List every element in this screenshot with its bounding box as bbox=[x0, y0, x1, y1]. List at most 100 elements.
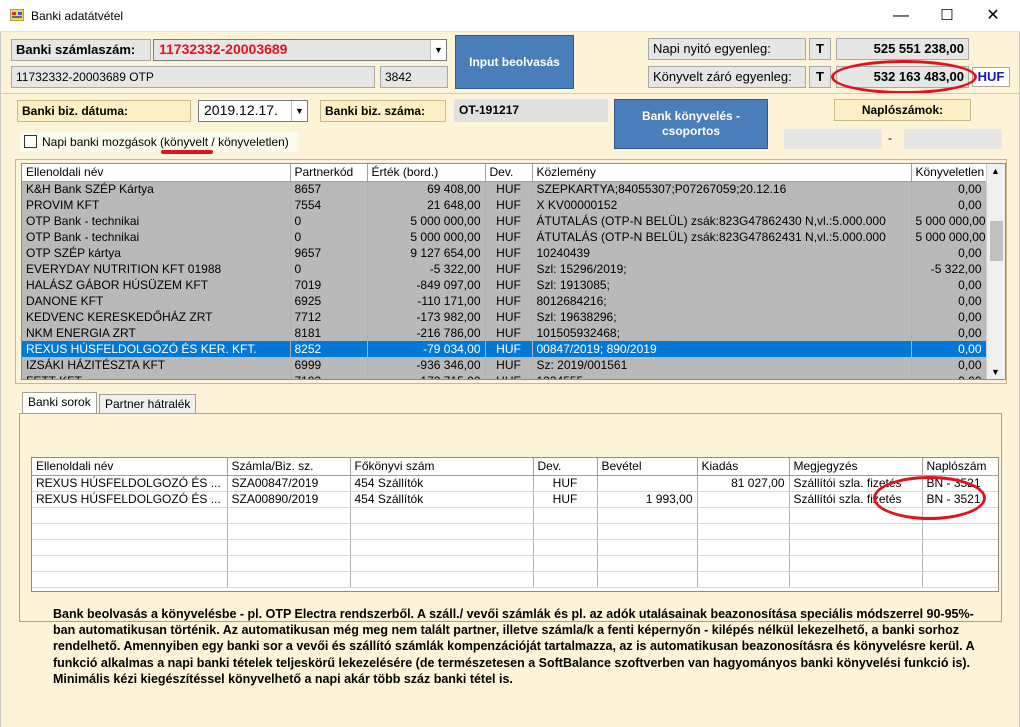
table-cell: 0 bbox=[290, 229, 368, 245]
empty-row bbox=[32, 555, 998, 572]
column-header[interactable]: Kiadás bbox=[697, 458, 790, 476]
closing-balance-type: T bbox=[809, 66, 831, 88]
chevron-down-icon[interactable]: ▼ bbox=[430, 40, 446, 60]
table-row[interactable]: OTP Bank - technikai 0 5 000 000,00 HUF ÁTUT… bbox=[22, 229, 987, 245]
table-row[interactable]: HALÁSZ GÁBOR HÚSÜZEM KFT 7019 -849 097,00 H… bbox=[22, 277, 987, 293]
chevron-down-icon[interactable]: ▼ bbox=[291, 101, 307, 121]
table-row[interactable]: REXUS HÚSFELDOLGOZÓ ÉS ... SZA00847/2019 4… bbox=[32, 475, 998, 492]
column-header[interactable]: Főkönyvi szám bbox=[350, 458, 534, 476]
table-cell: HUF bbox=[533, 491, 598, 508]
bank-rows-grid[interactable]: Ellenoldali név Számla/Biz. sz. Főkönyvi s… bbox=[31, 457, 999, 592]
opening-balance-label: Napi nyitó egyenleg: bbox=[648, 38, 806, 60]
table-row[interactable]: KEDVENC KERESKEDŐHÁZ ZRT 7712 -173 982,00 H… bbox=[22, 309, 987, 325]
maximize-button[interactable]: ☐ bbox=[924, 0, 970, 32]
docno-label: Banki biz. száma: bbox=[320, 100, 446, 122]
table-cell: OTP SZÉP kártya bbox=[22, 245, 291, 261]
table-cell: HUF bbox=[485, 357, 533, 373]
table-cell: Szl: 1913085; bbox=[532, 277, 912, 293]
table-cell: -79 034,00 bbox=[367, 341, 486, 357]
table-cell: HALÁSZ GÁBOR HÚSÜZEM KFT bbox=[22, 277, 291, 293]
scroll-down-icon[interactable]: ▼ bbox=[991, 367, 1000, 377]
journal-dash: - bbox=[888, 131, 892, 145]
minimize-button[interactable]: — bbox=[878, 0, 924, 32]
table-cell: 0,00 bbox=[911, 197, 987, 213]
table-row[interactable]: OTP Bank - technikai 0 5 000 000,00 HUF ÁTUT… bbox=[22, 213, 987, 229]
table-cell bbox=[227, 539, 351, 556]
table-cell bbox=[350, 523, 534, 540]
date-picker[interactable]: 2019.12.17. ▼ bbox=[198, 100, 308, 122]
tab-bank-rows[interactable]: Banki sorok bbox=[22, 392, 97, 414]
table-row[interactable]: REXUS HÚSFELDOLGOZÓ ÉS KER. KFT. 8252 -79 … bbox=[22, 341, 987, 357]
input-read-button[interactable]: Input beolvasás bbox=[455, 35, 574, 89]
table-row[interactable]: OTP SZÉP kártya 9657 9 127 654,00 HUF 102404… bbox=[22, 245, 987, 261]
table-cell: REXUS HÚSFELDOLGOZÓ ÉS KER. KFT. bbox=[22, 341, 291, 357]
table-row[interactable]: NKM ENERGIA ZRT 8181 -216 786,00 HUF 1015059… bbox=[22, 325, 987, 341]
journal-from-field[interactable] bbox=[784, 129, 882, 149]
table-cell bbox=[922, 571, 998, 588]
close-button[interactable]: ✕ bbox=[970, 0, 1016, 32]
column-header[interactable]: Bevétel bbox=[597, 458, 698, 476]
bank-items-grid[interactable]: Ellenoldali név Partnerkód Érték (bord.) De… bbox=[21, 163, 1006, 380]
column-header[interactable]: Dev. bbox=[533, 458, 598, 476]
table-row[interactable]: DANONE KFT 6925 -110 171,00 HUF 8012684216; 0… bbox=[22, 293, 987, 309]
table-cell: 9657 bbox=[290, 245, 368, 261]
currency-badge: HUF bbox=[972, 67, 1010, 87]
table-cell: HUF bbox=[485, 261, 533, 277]
table-row[interactable]: K&H Bank SZÉP Kártya 8657 69 408,00 HUF SZEP… bbox=[22, 181, 987, 197]
title-bar: Banki adatátvétel — ☐ ✕ bbox=[0, 0, 1020, 32]
grid1-scrollbar[interactable]: ▲ ▼ bbox=[986, 164, 1005, 379]
table-cell: 0,00 bbox=[911, 277, 987, 293]
table-cell bbox=[697, 571, 790, 588]
column-header[interactable]: Közlemény bbox=[532, 164, 912, 182]
table-cell: SZEPKARTYA;84055307;P07267059;20.12.16 bbox=[532, 181, 912, 197]
column-header[interactable]: Naplószám bbox=[922, 458, 998, 476]
window-title: Banki adatátvétel bbox=[31, 9, 124, 23]
table-cell: KEDVENC KERESKEDŐHÁZ ZRT bbox=[22, 309, 291, 325]
daily-movements-checkbox[interactable] bbox=[24, 135, 37, 148]
closing-balance-label: Könyvelt záró egyenleg: bbox=[648, 66, 806, 88]
table-cell bbox=[227, 571, 351, 588]
scroll-thumb[interactable] bbox=[990, 221, 1003, 261]
table-cell bbox=[227, 555, 351, 572]
column-header[interactable]: Érték (bord.) bbox=[367, 164, 486, 182]
bank-booking-button-line2: csoportos bbox=[661, 124, 720, 138]
table-cell: Sz: 2019/001561 bbox=[532, 357, 912, 373]
table-cell bbox=[597, 555, 698, 572]
column-header[interactable]: Ellenoldali név bbox=[32, 458, 228, 476]
maximize-icon: ☐ bbox=[940, 7, 954, 24]
table-cell: SZA00890/2019 bbox=[227, 491, 351, 508]
journal-to-field[interactable] bbox=[904, 129, 1002, 149]
table-cell: 0,00 bbox=[911, 325, 987, 341]
table-row[interactable]: IZSÁKI HÁZITÉSZTA KFT 6999 -936 346,00 HUF S… bbox=[22, 357, 987, 373]
table-cell bbox=[32, 507, 228, 524]
column-header[interactable]: Ellenoldali név bbox=[22, 164, 291, 182]
table-cell: 5 000 000,00 bbox=[911, 213, 987, 229]
column-header[interactable]: Számla/Biz. sz. bbox=[227, 458, 351, 476]
table-cell: 9 127 654,00 bbox=[367, 245, 486, 261]
bank-booking-button-line1: Bank könyvelés - bbox=[641, 109, 741, 123]
scroll-up-icon[interactable]: ▲ bbox=[991, 166, 1000, 176]
table-cell: K&H Bank SZÉP Kártya bbox=[22, 181, 291, 197]
table-cell: HUF bbox=[485, 245, 533, 261]
column-header[interactable]: Megjegyzés bbox=[789, 458, 923, 476]
table-cell: HUF bbox=[485, 341, 533, 357]
table-row[interactable]: EVERYDAY NUTRITION KFT 01988 0 -5 322,00 HU… bbox=[22, 261, 987, 277]
column-header[interactable]: Dev. bbox=[485, 164, 533, 182]
table-cell: PROVIM KFT bbox=[22, 197, 291, 213]
table-row[interactable]: REXUS HÚSFELDOLGOZÓ ÉS ... SZA00890/2019 4… bbox=[32, 491, 998, 508]
column-header[interactable]: Könyveletlen bbox=[911, 164, 987, 182]
docno-value: OT-191217 bbox=[454, 99, 608, 122]
minimize-icon: — bbox=[893, 7, 909, 24]
table-cell: HUF bbox=[485, 293, 533, 309]
table-cell bbox=[32, 539, 228, 556]
table-cell bbox=[922, 539, 998, 556]
table-cell: 5 000 000,00 bbox=[367, 213, 486, 229]
column-header[interactable]: Partnerkód bbox=[290, 164, 368, 182]
tab-partner-arrears[interactable]: Partner hátralék bbox=[99, 394, 197, 414]
table-cell: 0,00 bbox=[911, 373, 987, 379]
table-row[interactable]: PROVIM KFT 7554 21 648,00 HUF X KV00000152 0,… bbox=[22, 197, 987, 213]
bank-booking-button[interactable]: Bank könyvelés - csoportos bbox=[614, 99, 768, 149]
account-select[interactable]: 11732332-20003689 ▼ bbox=[153, 39, 447, 61]
table-row[interactable]: FETT KFT7193-172 715,00HUF12345550,00 bbox=[22, 373, 987, 379]
table-cell bbox=[922, 555, 998, 572]
